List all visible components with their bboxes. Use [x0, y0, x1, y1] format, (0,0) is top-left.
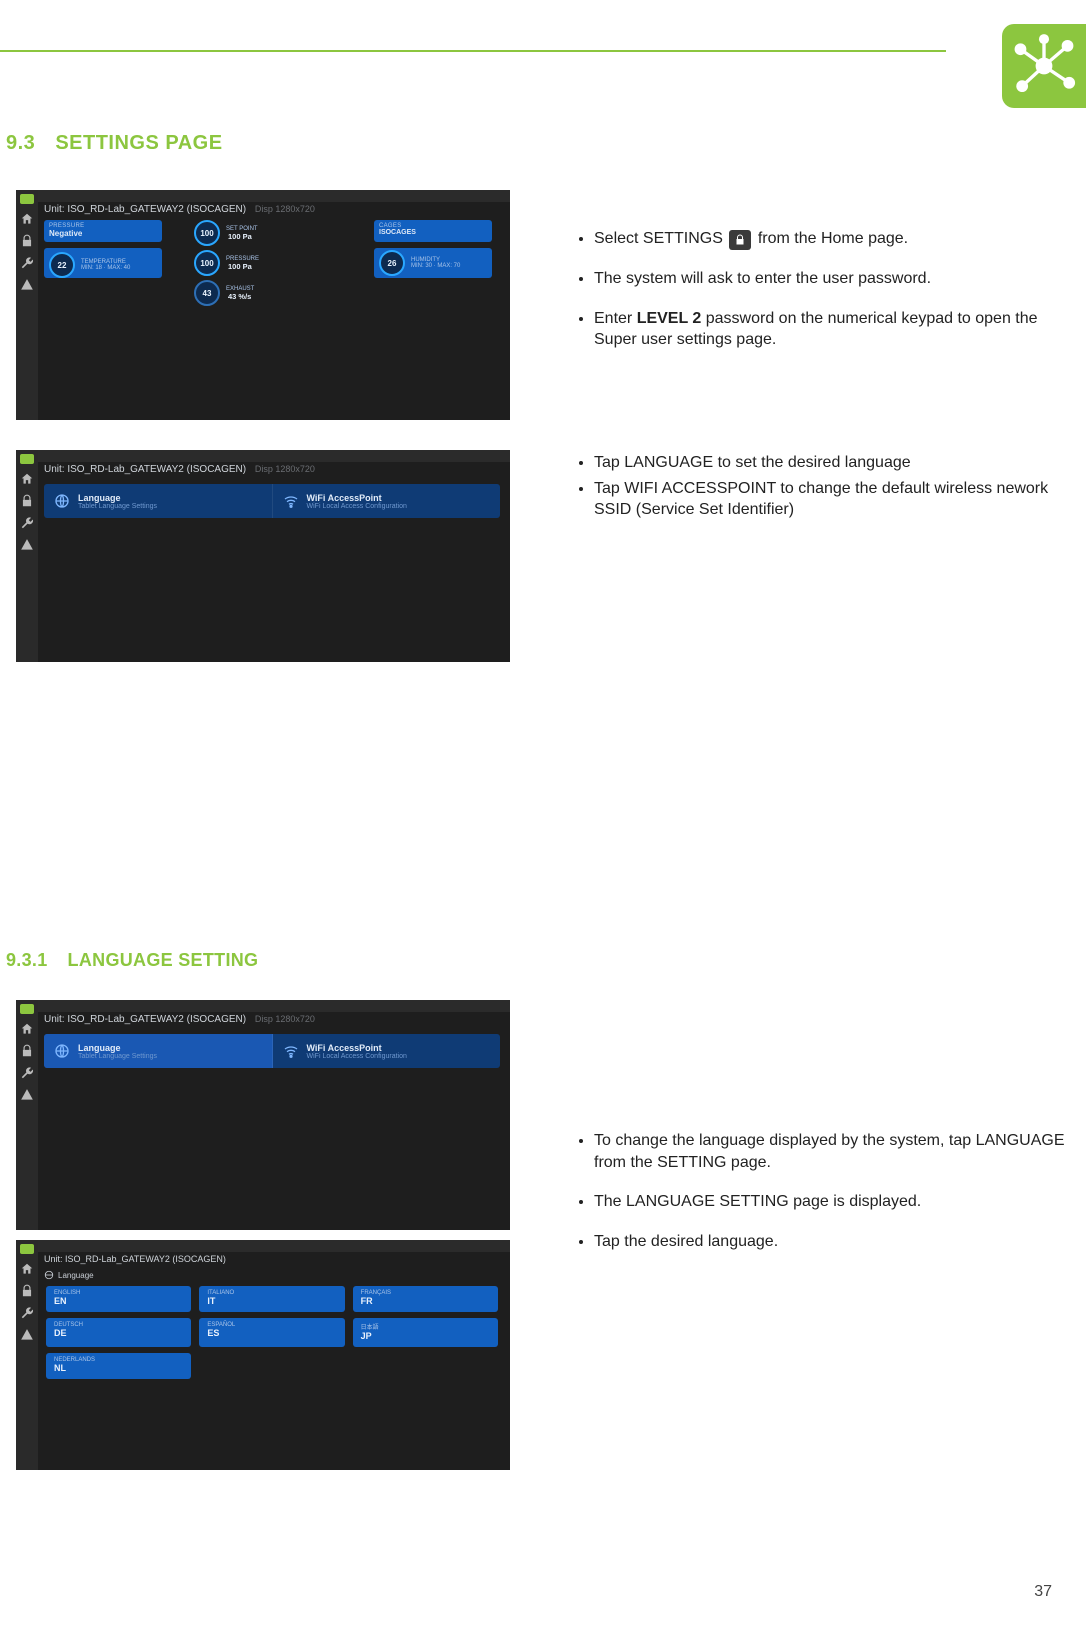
home-icon[interactable]	[20, 1262, 34, 1276]
instructions-block-1: Select SETTINGS from the Home page. The …	[560, 228, 1076, 369]
instructions-block-2: Tap LANGUAGE to set the desired language…	[560, 452, 1076, 539]
wrench-icon[interactable]	[20, 1306, 34, 1320]
screenshot-settings-page: Unit: ISO_RD-Lab_GATEWAY2 (ISOCAGEN) Dis…	[16, 450, 510, 662]
unit-title: Unit: ISO_RD-Lab_GATEWAY2 (ISOCAGEN) Dis…	[44, 1014, 315, 1025]
unit-title: Unit: ISO_RD-Lab_GATEWAY2 (ISOCAGEN)	[44, 1254, 226, 1264]
instr-enter-password: The system will ask to enter the user pa…	[594, 268, 1076, 290]
subsection-title: LANGUAGE SETTING	[68, 950, 259, 971]
card-language[interactable]: LanguageTablet Language Settings	[44, 1034, 273, 1068]
section-heading: 9.3 SETTINGS PAGE	[6, 132, 223, 155]
card-wifi[interactable]: WiFi AccessPointWiFi Local Access Config…	[273, 1034, 501, 1068]
section-number: 9.3	[6, 132, 35, 155]
gauge-setpoint-row[interactable]: 100 SET POINT 100 Pa	[194, 220, 258, 246]
window-topbar	[16, 450, 510, 462]
lock-icon[interactable]	[20, 494, 34, 508]
globe-icon	[54, 493, 70, 509]
header-rule	[0, 50, 946, 52]
gauge-setpoint: 100	[194, 220, 220, 246]
lock-icon[interactable]	[20, 1284, 34, 1298]
tile-cages[interactable]: CAGES ISOCAGES	[374, 220, 492, 242]
globe-icon	[54, 1043, 70, 1059]
lang-jp[interactable]: 日本語JP	[353, 1318, 498, 1347]
app-sidebar	[16, 450, 38, 662]
language-grid: ENGLISHEN ITALIANOIT FRANÇAISFR DEUTSCHD…	[46, 1286, 498, 1379]
card-wifi[interactable]: WiFi AccessPointWiFi Local Access Config…	[273, 484, 501, 518]
lang-nl[interactable]: NEDERLANDSNL	[46, 1353, 191, 1379]
instr-tap-language: Tap LANGUAGE to set the desired language	[594, 452, 1076, 474]
screenshot-language-setting: Unit: ISO_RD-Lab_GATEWAY2 (ISOCAGEN) Lan…	[16, 1240, 510, 1470]
screenshot-home-dashboard: Unit: ISO_RD-Lab_GATEWAY2 (ISOCAGEN) Dis…	[16, 190, 510, 420]
instr-tap-desired: Tap the desired language.	[594, 1231, 1076, 1253]
instructions-block-3: To change the language displayed by the …	[560, 1130, 1076, 1270]
instr-select-settings: Select SETTINGS from the Home page.	[594, 228, 1076, 250]
lang-fr[interactable]: FRANÇAISFR	[353, 1286, 498, 1312]
wifi-icon	[283, 1043, 299, 1059]
sidebar-logo-icon	[20, 454, 34, 464]
tile-humidity[interactable]: 26 HUMIDITY MIN: 30 · MAX: 70	[374, 248, 492, 278]
window-topbar	[16, 1000, 510, 1012]
home-icon[interactable]	[20, 472, 34, 486]
settings-lock-icon	[729, 230, 751, 250]
app-sidebar	[16, 1000, 38, 1230]
sidebar-logo-icon	[20, 1004, 34, 1014]
unit-title: Unit: ISO_RD-Lab_GATEWAY2 (ISOCAGEN) Dis…	[44, 464, 315, 475]
gauge-temperature: 22	[49, 252, 75, 278]
card-language[interactable]: LanguageTablet Language Settings	[44, 484, 273, 518]
screenshot-settings-language-selected: Unit: ISO_RD-Lab_GATEWAY2 (ISOCAGEN) Dis…	[16, 1000, 510, 1230]
gauge-pressure: 100	[194, 250, 220, 276]
alert-icon[interactable]	[20, 1328, 34, 1342]
gauge-exhaust-row[interactable]: 43 EXHAUST 43 %/s	[194, 280, 254, 306]
window-topbar	[16, 190, 510, 202]
lang-es[interactable]: ESPAÑOLES	[199, 1318, 344, 1347]
instr-tap-wifi: Tap WIFI ACCESSPOINT to change the defau…	[594, 478, 1076, 521]
instr-change-language: To change the language displayed by the …	[594, 1130, 1076, 1173]
lang-en[interactable]: ENGLISHEN	[46, 1286, 191, 1312]
alert-icon[interactable]	[20, 1088, 34, 1102]
gauge-humidity: 26	[379, 250, 405, 276]
language-back[interactable]: Language	[44, 1270, 94, 1280]
gauge-pressure-row[interactable]: 100 PRESSURE 100 Pa	[194, 250, 259, 276]
wrench-icon[interactable]	[20, 256, 34, 270]
app-sidebar	[16, 190, 38, 420]
wifi-icon	[283, 493, 299, 509]
lang-de[interactable]: DEUTSCHDE	[46, 1318, 191, 1347]
page-number: 37	[1034, 1583, 1052, 1601]
unit-title: Unit: ISO_RD-Lab_GATEWAY2 (ISOCAGEN) Dis…	[44, 204, 315, 215]
wrench-icon[interactable]	[20, 1066, 34, 1080]
alert-icon[interactable]	[20, 278, 34, 292]
globe-icon	[44, 1270, 54, 1280]
brand-badge-icon	[1002, 24, 1086, 108]
app-sidebar	[16, 1240, 38, 1470]
tile-temperature[interactable]: 22 TEMPERATURE MIN: 18 · MAX: 40	[44, 248, 162, 278]
lang-it[interactable]: ITALIANOIT	[199, 1286, 344, 1312]
sidebar-logo-icon	[20, 1244, 34, 1254]
sidebar-logo-icon	[20, 194, 34, 204]
alert-icon[interactable]	[20, 538, 34, 552]
window-topbar	[16, 1240, 510, 1252]
tile-pressure-mode[interactable]: PRESSURE Negative	[44, 220, 162, 242]
wrench-icon[interactable]	[20, 516, 34, 530]
subsection-heading: 9.3.1 LANGUAGE SETTING	[6, 950, 258, 971]
instr-level2: Enter LEVEL 2 password on the numerical …	[594, 308, 1076, 351]
home-icon[interactable]	[20, 212, 34, 226]
section-title: SETTINGS PAGE	[55, 132, 222, 155]
lock-icon[interactable]	[20, 1044, 34, 1058]
lock-icon[interactable]	[20, 234, 34, 248]
subsection-number: 9.3.1	[6, 950, 48, 971]
instr-language-page: The LANGUAGE SETTING page is displayed.	[594, 1191, 1076, 1213]
gauge-exhaust: 43	[194, 280, 220, 306]
home-icon[interactable]	[20, 1022, 34, 1036]
